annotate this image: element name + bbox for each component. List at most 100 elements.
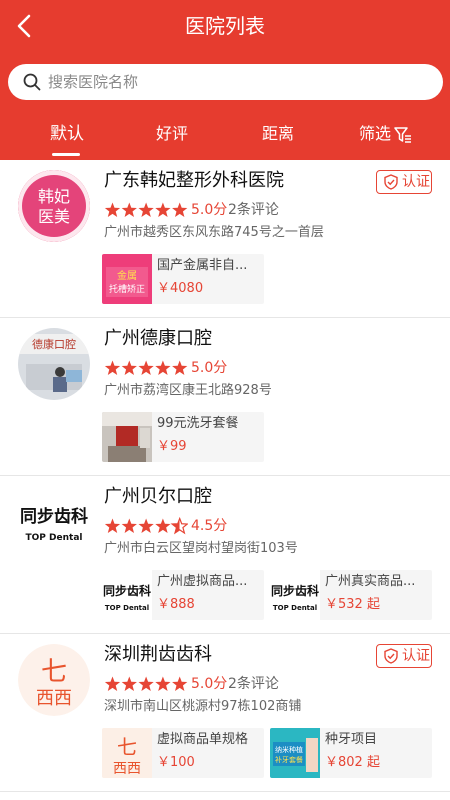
- star-icon: [121, 676, 137, 691]
- star-icon: [121, 202, 137, 217]
- review-count[interactable]: 2条评论: [228, 674, 279, 694]
- tab-rating[interactable]: 好评: [156, 122, 188, 146]
- star-icon: [172, 360, 188, 375]
- hospital-name: 广州德康口腔: [104, 328, 212, 349]
- shield-check-icon: [384, 174, 398, 190]
- hospital-address: 广州市越秀区东风东路745号之一首层: [104, 225, 324, 240]
- hospital-list: 韩妃 医美 广东韩妃整形外科医院 认证 5.0分 2条评论 广州市越秀区东风东路…: [0, 160, 450, 800]
- star-rating-icon: [104, 360, 188, 375]
- item-name: 虚拟商品单规格: [157, 732, 249, 747]
- service-item[interactable]: 七 西西 虚拟商品单规格 ￥100: [102, 728, 264, 778]
- svg-text:补牙套餐: 补牙套餐: [275, 755, 303, 764]
- svg-text:韩妃: 韩妃: [38, 187, 70, 206]
- svg-text:金属: 金属: [117, 269, 137, 282]
- hospital-logo: 韩妃 医美: [18, 170, 90, 242]
- service-item[interactable]: 纳米种植 补牙套餐 种牙项目 ￥802 起: [270, 728, 432, 778]
- app-header: 医院列表 默认 好评 距离 筛选: [0, 0, 450, 160]
- hospital-name: 广州贝尔口腔: [104, 486, 212, 507]
- star-icon: [155, 518, 171, 533]
- svg-text:同步齿科: 同步齿科: [20, 506, 88, 527]
- badge-label: 认证: [402, 648, 430, 664]
- item-name: 国产金属非自...: [157, 258, 248, 273]
- svg-text:纳米种植: 纳米种植: [275, 745, 303, 754]
- service-item[interactable]: 金属 托槽矫正 国产金属非自... ￥4080: [102, 254, 264, 304]
- item-price: ￥532 起: [325, 597, 380, 612]
- tab-filter[interactable]: 筛选: [359, 122, 391, 146]
- star-rating-icon: [104, 202, 188, 217]
- star-icon: [104, 360, 121, 375]
- svg-text:TOP Dental: TOP Dental: [26, 533, 83, 543]
- item-thumbnail: 同步齿科 TOP Dental: [102, 570, 152, 620]
- star-icon: [121, 518, 137, 533]
- star-icon: [172, 676, 188, 691]
- star-icon: [104, 676, 121, 691]
- item-price: ￥100: [157, 755, 195, 770]
- svg-text:七: 七: [117, 735, 137, 759]
- hospital-card[interactable]: 韩妃 医美 广东韩妃整形外科医院 认证 5.0分 2条评论 广州市越秀区东风东路…: [0, 160, 450, 318]
- hospital-address: 广州市荔湾区康王北路928号: [104, 383, 272, 398]
- item-name: 广州真实商品...: [325, 574, 416, 589]
- star-icon: [138, 360, 154, 375]
- hospital-logo: 德康口腔: [18, 328, 90, 400]
- tab-distance[interactable]: 距离: [262, 122, 294, 146]
- item-price: ￥888: [157, 597, 195, 612]
- item-thumbnail: 金属 托槽矫正: [102, 254, 152, 304]
- svg-text:西西: 西西: [113, 761, 141, 777]
- hospital-logo: 同步齿科 TOP Dental: [18, 486, 90, 558]
- title-bar: 医院列表: [0, 0, 450, 52]
- service-item[interactable]: 同步齿科 TOP Dental 广州虚拟商品... ￥888: [102, 570, 264, 620]
- svg-text:西西: 西西: [36, 688, 72, 709]
- item-price: ￥4080: [157, 281, 204, 296]
- star-icon: [138, 202, 154, 217]
- service-item[interactable]: 同步齿科 TOP Dental 广州真实商品... ￥532 起: [270, 570, 432, 620]
- star-icon: [155, 676, 171, 691]
- badge-label: 认证: [402, 174, 430, 190]
- tab-active-indicator: [52, 153, 80, 156]
- star-icon: [138, 676, 154, 691]
- search-input[interactable]: [48, 70, 428, 94]
- svg-text:医美: 医美: [38, 207, 70, 226]
- item-name: 99元洗牙套餐: [157, 416, 239, 431]
- rating-score: 5.0分: [191, 202, 228, 218]
- star-icon: [138, 518, 154, 533]
- hospital-address: 广州市白云区望岗村望岗街103号: [104, 541, 298, 556]
- svg-text:托槽矫正: 托槽矫正: [109, 283, 145, 295]
- star-icon: [172, 202, 188, 217]
- star-rating-icon: [104, 676, 188, 691]
- search-bar[interactable]: [8, 64, 443, 100]
- hospital-card[interactable]: 同步齿科 TOP Dental 广州贝尔口腔 4.5分 广州市白云区望岗村望岗街…: [0, 476, 450, 634]
- top-dental-logo-image: 同步齿科 TOP Dental: [18, 486, 90, 558]
- item-thumbnail: 纳米种植 补牙套餐: [270, 728, 320, 778]
- svg-text:TOP Dental: TOP Dental: [105, 604, 149, 612]
- star-icon: [104, 518, 121, 533]
- item-price: ￥99: [157, 439, 187, 454]
- service-item[interactable]: 99元洗牙套餐 ￥99: [102, 412, 264, 462]
- item-thumbnail: 同步齿科 TOP Dental: [270, 570, 320, 620]
- svg-text:同步齿科: 同步齿科: [103, 583, 151, 598]
- star-icon: [170, 516, 188, 535]
- clinic-photo-image: 德康口腔: [18, 328, 90, 400]
- star-rating-icon: [104, 516, 188, 535]
- item-price: ￥802 起: [325, 755, 380, 770]
- tab-default[interactable]: 默认: [50, 122, 84, 146]
- hospital-name: 广东韩妃整形外科医院: [104, 170, 284, 191]
- filter-icon[interactable]: [394, 126, 412, 144]
- rating-score: 5.0分: [191, 676, 228, 692]
- svg-text:七: 七: [41, 657, 67, 687]
- qixixi-logo-image: 七 西西: [18, 644, 90, 716]
- rating-score: 4.5分: [191, 518, 228, 534]
- shield-check-icon: [384, 648, 398, 664]
- certified-badge: 认证: [376, 644, 432, 668]
- review-count[interactable]: 2条评论: [228, 200, 279, 220]
- star-icon: [155, 202, 171, 217]
- svg-text:同步齿科: 同步齿科: [271, 583, 319, 598]
- item-name: 种牙项目: [325, 732, 378, 747]
- hospital-card[interactable]: 德康口腔 广州德康口腔 5.0分 广州市荔湾区康王北路928号 99元洗牙套餐 …: [0, 318, 450, 476]
- star-icon: [104, 202, 121, 217]
- item-thumbnail: [102, 412, 152, 462]
- star-icon: [155, 360, 171, 375]
- svg-text:TOP Dental: TOP Dental: [273, 604, 317, 612]
- hospital-card[interactable]: 七 西西 深圳荆齿齿科 认证 5.0分 2条评论 深圳市南山区桃源村97栋102…: [0, 634, 450, 792]
- hanfei-logo-image: 韩妃 医美: [18, 170, 90, 242]
- page-title: 医院列表: [185, 14, 265, 38]
